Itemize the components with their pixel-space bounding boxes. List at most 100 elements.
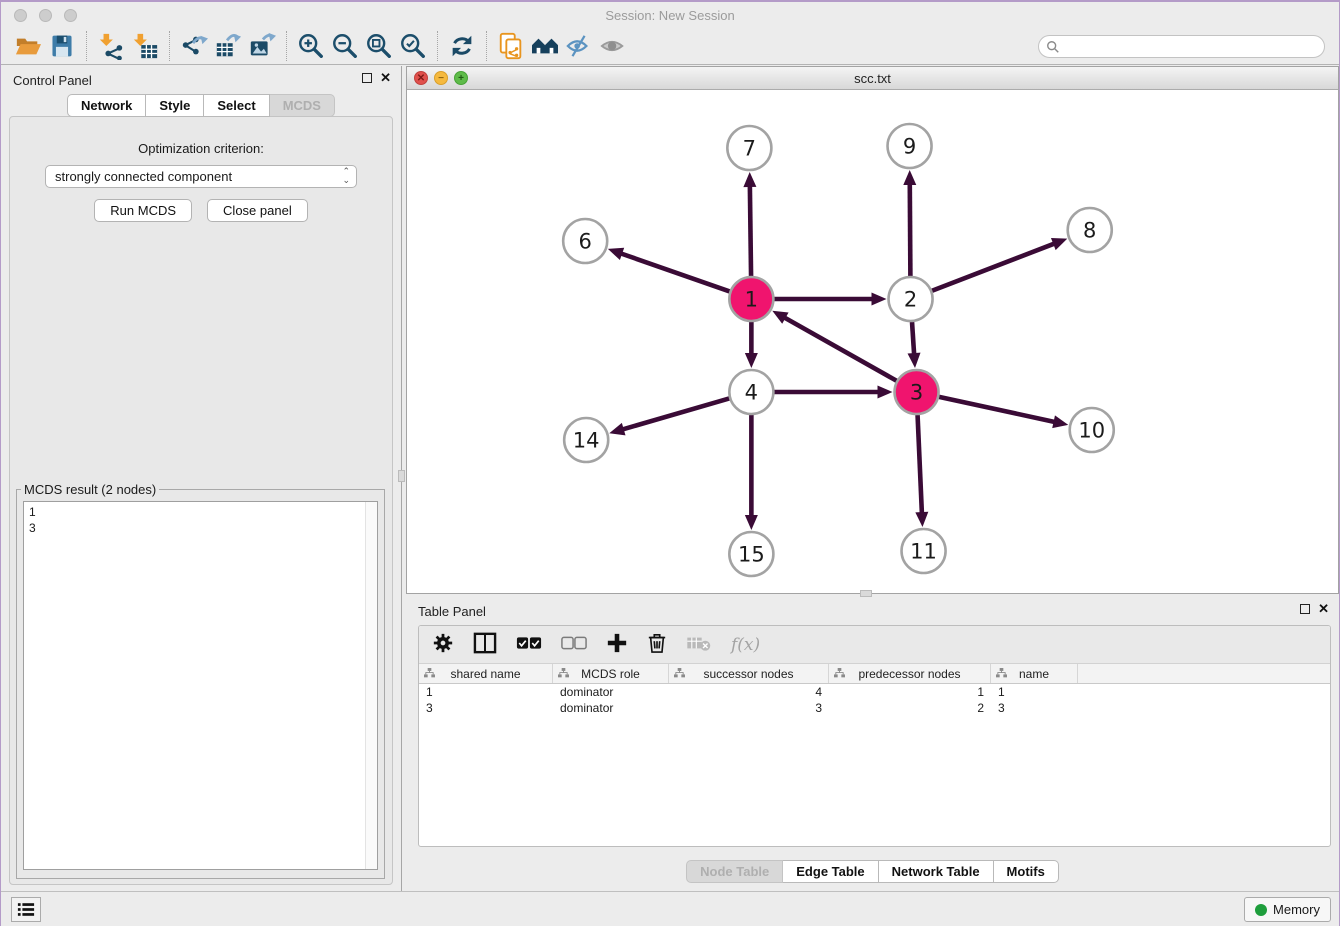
float-table-panel-icon[interactable] — [1300, 604, 1310, 614]
arrowhead-icon — [743, 172, 756, 187]
result-scrollbar[interactable] — [365, 502, 377, 869]
table-cell: 3 — [991, 700, 1078, 716]
unselect-all-columns-icon[interactable] — [561, 636, 587, 653]
edge-3-10[interactable] — [939, 397, 1056, 422]
function-builder-icon[interactable]: f(x) — [731, 635, 760, 655]
show-all-icon[interactable] — [596, 31, 630, 61]
search-field[interactable] — [1038, 35, 1325, 58]
float-panel-icon[interactable] — [362, 73, 372, 83]
create-column-icon[interactable] — [606, 632, 628, 657]
hide-selected-icon[interactable] — [562, 31, 596, 61]
app-title: Session: New Session — [1, 8, 1339, 23]
search-input[interactable] — [1060, 38, 1324, 56]
edge-3-1[interactable] — [783, 317, 897, 381]
optimization-select[interactable]: strongly connected component ⌃⌄ — [45, 165, 357, 188]
node-label-2: 2 — [904, 286, 917, 311]
tab-network-table[interactable]: Network Table — [879, 860, 994, 883]
tab-style[interactable]: Style — [146, 94, 204, 117]
table-row[interactable]: 1dominator411 — [419, 684, 1330, 700]
edge-1-7[interactable] — [750, 184, 751, 276]
node-label-4: 4 — [745, 379, 758, 404]
table-cell: dominator — [553, 700, 669, 716]
network-graph[interactable]: 7968124314101511 — [407, 90, 1338, 593]
close-window-button[interactable] — [14, 9, 27, 22]
arrowhead-icon — [608, 248, 624, 260]
arrowhead-icon — [908, 353, 921, 368]
tab-node-table[interactable]: Node Table — [686, 860, 783, 883]
edge-2-8[interactable] — [932, 243, 1056, 291]
column-header-successor-nodes[interactable]: successor nodes — [669, 664, 829, 683]
node-label-8: 8 — [1083, 217, 1096, 242]
select-all-columns-icon[interactable] — [516, 636, 542, 653]
arrowhead-icon — [903, 170, 916, 185]
close-table-panel-icon[interactable]: ✕ — [1318, 604, 1329, 614]
column-header-name[interactable]: name — [991, 664, 1078, 683]
edge-2-3[interactable] — [912, 322, 914, 356]
arrowhead-icon — [878, 386, 893, 399]
zoom-out-icon[interactable] — [328, 31, 362, 61]
edge-2-9[interactable] — [910, 182, 911, 276]
node-label-14: 14 — [573, 427, 600, 452]
neighbors-icon[interactable] — [528, 31, 562, 61]
edge-4-14[interactable] — [621, 398, 729, 430]
node-label-11: 11 — [910, 538, 937, 563]
select-stepper-icon: ⌃⌄ — [342, 167, 350, 185]
import-network-icon[interactable] — [94, 31, 128, 61]
task-history-button[interactable] — [11, 897, 41, 922]
tab-mcds[interactable]: MCDS — [270, 94, 335, 117]
zoom-in-icon[interactable] — [294, 31, 328, 61]
network-window-titlebar[interactable]: ✕ − + scc.txt — [407, 67, 1338, 90]
control-panel-tabs: NetworkStyleSelectMCDS — [1, 94, 401, 117]
mcds-result-title: MCDS result (2 nodes) — [21, 482, 159, 497]
window-controls[interactable] — [14, 9, 77, 22]
run-mcds-button[interactable]: Run MCDS — [94, 199, 192, 222]
arrowhead-icon — [871, 293, 886, 306]
task-list-icon — [17, 902, 35, 917]
minimize-window-button[interactable] — [39, 9, 52, 22]
export-image-icon[interactable] — [245, 31, 279, 61]
delete-column-icon[interactable] — [647, 632, 667, 657]
table-cell: 1 — [829, 684, 991, 700]
memory-button[interactable]: Memory — [1244, 897, 1331, 922]
mcds-result-group: MCDS result (2 nodes) 1 3 — [16, 489, 385, 879]
splitter-grip-horizontal[interactable] — [860, 590, 872, 597]
maximize-window-button[interactable] — [64, 9, 77, 22]
network-maximize-button[interactable]: + — [454, 71, 468, 85]
export-table-icon[interactable] — [211, 31, 245, 61]
table-settings-icon[interactable] — [432, 632, 454, 657]
delete-table-icon[interactable] — [686, 634, 712, 655]
column-header-MCDS-role[interactable]: MCDS role — [553, 664, 669, 683]
close-panel-button[interactable]: Close panel — [207, 199, 308, 222]
export-network-icon[interactable] — [177, 31, 211, 61]
control-panel-title: Control Panel — [13, 73, 92, 88]
edge-1-6[interactable] — [619, 253, 729, 292]
table-header-row: shared nameMCDS rolesuccessor nodesprede… — [419, 664, 1330, 684]
table-cell: dominator — [553, 684, 669, 700]
splitter-grip[interactable] — [398, 470, 405, 482]
tab-network[interactable]: Network — [67, 94, 146, 117]
table-row[interactable]: 3dominator323 — [419, 700, 1330, 716]
network-canvas[interactable]: 7968124314101511 — [407, 90, 1338, 593]
mcds-result-text[interactable]: 1 3 — [23, 501, 378, 870]
node-label-7: 7 — [743, 135, 756, 160]
tab-motifs[interactable]: Motifs — [994, 860, 1059, 883]
network-minimize-button[interactable]: − — [434, 71, 448, 85]
import-table-icon[interactable] — [128, 31, 162, 61]
column-header-shared-name[interactable]: shared name — [419, 664, 553, 683]
table-panel: Table Panel ✕ f(x) shared nameMCDS — [406, 597, 1339, 891]
open-session-icon[interactable] — [11, 31, 45, 61]
tab-edge-table[interactable]: Edge Table — [783, 860, 878, 883]
table-cell: 4 — [669, 684, 829, 700]
layout-refresh-icon[interactable] — [445, 31, 479, 61]
node-label-15: 15 — [738, 541, 765, 566]
save-session-icon[interactable] — [45, 31, 79, 61]
network-close-button[interactable]: ✕ — [414, 71, 428, 85]
clone-network-icon[interactable] — [494, 31, 528, 61]
zoom-selected-icon[interactable] — [396, 31, 430, 61]
zoom-fit-icon[interactable] — [362, 31, 396, 61]
close-panel-icon[interactable]: ✕ — [380, 73, 391, 83]
column-header-predecessor-nodes[interactable]: predecessor nodes — [829, 664, 991, 683]
show-columns-icon[interactable] — [473, 632, 497, 657]
edge-3-11[interactable] — [918, 415, 922, 515]
tab-select[interactable]: Select — [204, 94, 269, 117]
